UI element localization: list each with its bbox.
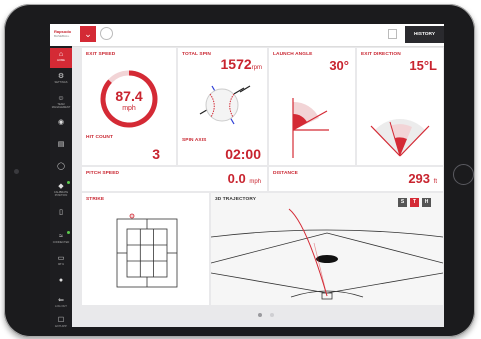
tablet-frame: Rapsodo BASEBALL ⌄ HISTORY ⌂ HOME ⚙ SETTING…	[4, 4, 475, 337]
distance-panel: DISTANCE 293 ft	[269, 167, 443, 191]
sidebar-icon: ▤	[57, 141, 65, 148]
exit-speed-unit: mph	[122, 105, 136, 112]
total-spin-number: 1572	[220, 56, 252, 72]
logo-subtext: BASEBALL	[54, 34, 70, 38]
app-logo: Rapsodo BASEBALL	[54, 29, 71, 39]
sidebar-icon: ☺	[57, 95, 65, 102]
sidebar-icon: ◉	[57, 119, 65, 126]
trajectory-title: 3D TRAJECTORY	[215, 197, 257, 202]
total-spin-unit: rpm	[251, 65, 262, 71]
sidebar-item-label: LOG OUT	[55, 305, 67, 308]
total-spin-title: TOTAL SPIN	[182, 52, 211, 57]
sidebar-item-label: CONNECTED	[52, 241, 70, 244]
pitch-speed-number: 0.0	[227, 171, 246, 186]
sidebar-item-10[interactable]: ●	[50, 274, 72, 294]
sidebar-icon: ▯	[59, 209, 63, 216]
history-button[interactable]: HISTORY	[405, 26, 444, 43]
exit-direction-panel: EXIT DIRECTION 15°L	[357, 48, 443, 165]
home-button[interactable]	[453, 164, 474, 185]
sidebar-item-label: CALIBRATE POSITION	[53, 191, 69, 197]
strike-title: STRIKE	[86, 197, 105, 202]
toggle-s[interactable]: S	[398, 198, 407, 207]
total-spin-panel: TOTAL SPIN 1572rpm SPIN AXIS 02:00	[178, 48, 267, 165]
trajectory-panel: 3D TRAJECTORY STH	[211, 193, 443, 305]
distance-unit: ft	[433, 179, 437, 185]
baseball-icon	[199, 85, 251, 125]
sidebar-item-2[interactable]: ☺ TEAM MANAGEMENT	[50, 92, 72, 112]
list-icon[interactable]	[388, 29, 397, 39]
distance-value: 293 ft	[408, 171, 437, 186]
sidebar-item-label: TEAM MANAGEMENT	[51, 103, 71, 109]
sidebar-item-label: HOME	[57, 59, 65, 62]
sidebar-item-11[interactable]: ⇐ LOG OUT	[50, 294, 72, 314]
pitch-speed-title: PITCH SPEED	[86, 171, 120, 176]
sidebar-item-6[interactable]: ◆ CALIBRATE POSITION	[50, 180, 72, 200]
sidebar-item-label: 98 %	[58, 263, 64, 266]
sidebar-item-8[interactable]: ≈ CONNECTED	[50, 230, 72, 250]
page-dot-1[interactable]	[258, 313, 262, 317]
sidebar-icon: ⚙	[57, 73, 65, 80]
hit-count-title: HIT COUNT	[86, 135, 114, 140]
strike-panel: STRIKE	[82, 193, 209, 305]
sidebar-icon: ◯	[57, 163, 65, 170]
sidebar-item-0[interactable]: ⌂ HOME	[50, 48, 72, 68]
sidebar-item-1[interactable]: ⚙ SETTINGS	[50, 70, 72, 90]
sidebar-icon: ▭	[57, 255, 65, 262]
pitch-speed-panel: PITCH SPEED 0.0 mph	[82, 167, 267, 191]
pitch-speed-unit: mph	[249, 179, 261, 185]
launch-angle-title: LAUNCH ANGLE	[273, 52, 313, 57]
status-dot	[67, 181, 70, 184]
sidebar-icon: ●	[58, 277, 64, 284]
sidebar-item-4[interactable]: ▤	[50, 138, 72, 158]
sidebar-icon: ⌂	[58, 51, 64, 58]
sidebar-icon: ☐	[57, 317, 65, 324]
sidebar-item-7[interactable]: ▯	[50, 206, 72, 226]
hit-count-value: 3	[152, 146, 160, 162]
exit-direction-graphic	[370, 119, 430, 157]
sidebar-item-label: EXIT APP	[55, 325, 67, 327]
sidebar: ⌂ HOME ⚙ SETTINGS ☺ TEAM MANAGEMENT ◉ ▤ ◯ ◆ CALIBR…	[50, 46, 72, 327]
toggle-h[interactable]: H	[422, 198, 431, 207]
sidebar-icon: ⇐	[58, 297, 64, 304]
sidebar-item-9[interactable]: ▭ 98 %	[50, 252, 72, 272]
distance-number: 293	[408, 171, 431, 186]
launch-angle-graphic	[292, 98, 329, 158]
field-graphic	[211, 208, 443, 300]
sidebar-item-label: SETTINGS	[54, 81, 68, 84]
avatar[interactable]	[100, 27, 113, 40]
exit-speed-panel: EXIT SPEED 87.4 mph HIT COUNT 3	[82, 48, 176, 165]
page-dot-2[interactable]	[270, 313, 274, 317]
sidebar-item-3[interactable]: ◉	[50, 116, 72, 136]
sidebar-item-12[interactable]: ☐ EXIT APP	[50, 314, 72, 327]
camera-dot	[14, 169, 19, 174]
strike-zone-grid	[116, 213, 178, 288]
exit-speed-value: 87.4	[115, 88, 143, 104]
spin-axis-value: 02:00	[225, 146, 261, 162]
status-dot	[67, 231, 70, 234]
sidebar-item-5[interactable]: ◯	[50, 160, 72, 180]
chevron-down-icon[interactable]: ⌄	[80, 26, 96, 42]
launch-angle-panel: LAUNCH ANGLE 30°	[269, 48, 355, 165]
toggle-t[interactable]: T	[410, 198, 419, 207]
top-bar: Rapsodo BASEBALL ⌄ HISTORY	[50, 24, 444, 47]
app-screen: Rapsodo BASEBALL ⌄ HISTORY ⌂ HOME ⚙ SETTING…	[50, 24, 444, 327]
total-spin-value: 1572rpm	[221, 56, 263, 72]
exit-direction-value: 15°L	[409, 58, 437, 73]
exit-direction-title: EXIT DIRECTION	[361, 52, 401, 57]
distance-title: DISTANCE	[273, 171, 298, 176]
pitch-speed-value: 0.0 mph	[228, 171, 261, 186]
launch-angle-value: 30°	[329, 58, 349, 73]
spin-axis-title: SPIN AXIS	[182, 138, 207, 143]
